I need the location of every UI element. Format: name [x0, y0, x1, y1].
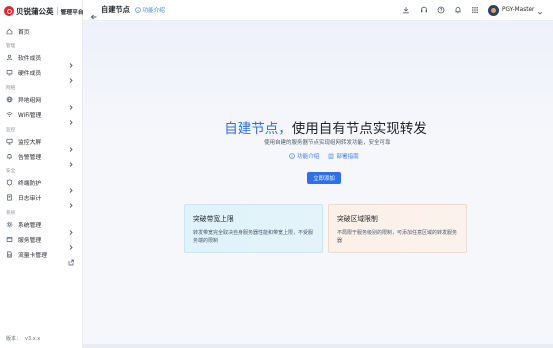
- info-circle-icon: [135, 7, 141, 13]
- help-circle-icon[interactable]: [437, 6, 445, 14]
- sidebar-item-alerts[interactable]: 告警管理: [0, 151, 83, 167]
- book-icon: [329, 153, 334, 159]
- service-icon: [6, 236, 13, 243]
- card-description: 转发带宽完全取决自身服务器性能和带宽上限，不受服务端的限制: [193, 230, 314, 244]
- add-now-button[interactable]: 立即添加: [307, 172, 341, 184]
- deploy-guide-label: 部署指南: [336, 154, 359, 160]
- header-intro-link[interactable]: 功能介绍: [135, 6, 165, 14]
- sidebar-item-software-members[interactable]: 软件成员: [0, 52, 83, 68]
- download-icon[interactable]: [402, 6, 410, 14]
- version-info: 版本： v3.x.x: [6, 335, 40, 342]
- chevron-right-icon: [68, 236, 74, 250]
- sidebar-item-label: 终端防护: [18, 181, 42, 187]
- info-circle-icon: [289, 153, 295, 159]
- hero-title-rest: 使用自有节点实现转发: [291, 121, 427, 137]
- device-icon: [6, 69, 13, 76]
- sidebar-item-label: 异地组网: [18, 98, 42, 104]
- sidebar-item-label: WiFi管理: [18, 113, 42, 119]
- chevron-right-icon: [68, 179, 74, 193]
- back-arrow-icon[interactable]: [90, 6, 98, 20]
- external-link-icon: [68, 251, 74, 266]
- user-menu[interactable]: PGY-Master: [488, 4, 543, 16]
- brand[interactable]: 贝锐蒲公英 管理平台: [4, 4, 84, 18]
- brand-divider: [56, 7, 58, 15]
- apps-grid-icon[interactable]: [471, 6, 479, 14]
- user-name: PGY-Master: [502, 7, 535, 13]
- sidebar-item-label: 告警管理: [18, 155, 42, 161]
- feature-intro-link[interactable]: 功能介绍: [289, 152, 319, 160]
- card-title: 突破区域限制: [337, 215, 378, 223]
- chevron-right-icon: [68, 96, 74, 110]
- card-description: 不局限于服务级别的限制，可添加任意区域的转发服务器: [337, 230, 458, 244]
- bell-icon: [6, 153, 13, 160]
- card-title: 突破带宽上限: [193, 215, 234, 223]
- home-icon: [6, 28, 13, 35]
- sidebar-item-monitor-screen[interactable]: 监控大屏: [0, 136, 83, 152]
- hero-links: 功能介绍 部署指南: [289, 152, 359, 160]
- notification-bell-icon[interactable]: [454, 6, 462, 14]
- chevron-right-icon: [68, 111, 74, 125]
- feature-card-region: 突破区域限制 不局限于服务级别的限制，可添加任意区域的转发服务器: [328, 204, 467, 253]
- avatar: [488, 4, 499, 16]
- horizontal-scrollbar[interactable]: [83, 344, 553, 348]
- hero-title: 自建节点，使用自有节点实现转发: [83, 117, 498, 137]
- sidebar-section-network: 网络: [6, 86, 16, 91]
- intro-link-label: 功能介绍: [142, 8, 165, 14]
- brand-logo-icon: [4, 6, 14, 16]
- globe-icon: [6, 96, 13, 103]
- sidebar-section-system: 系统: [6, 211, 16, 216]
- sidebar-item-label: 服务管理: [18, 238, 42, 244]
- settings-icon: [6, 221, 13, 228]
- chevron-right-icon: [68, 138, 74, 152]
- sidebar-item-log-audit[interactable]: 日志审计: [0, 192, 83, 208]
- sidebar-item-label: 首页: [18, 29, 30, 36]
- sidebar-item-label: 软件成员: [18, 56, 42, 62]
- brand-name: 贝锐蒲公英: [16, 6, 54, 16]
- user-icon: [6, 54, 13, 61]
- sidebar-item-home[interactable]: 首页: [0, 25, 83, 37]
- wifi-icon: [6, 111, 13, 118]
- feature-card-bandwidth: 突破带宽上限 转发带宽完全取决自身服务器性能和带宽上限，不受服务端的限制: [184, 204, 323, 253]
- chevron-right-icon: [68, 69, 74, 83]
- sidebar-section-manage: 管理: [6, 44, 16, 49]
- chevron-right-icon: [68, 221, 74, 235]
- hero-title-highlight: 自建节点，: [224, 121, 292, 137]
- sidebar-item-sim-card[interactable]: 流量卡管理: [0, 249, 83, 266]
- sidebar-item-label: 流量卡管理: [18, 253, 47, 259]
- version-label: 版本：: [6, 336, 22, 342]
- brand-subtitle: 管理平台: [60, 9, 84, 16]
- sidebar-section-security: 安全: [6, 169, 16, 174]
- page-title: 自建节点: [101, 5, 130, 14]
- sidebar-item-service-management[interactable]: 服务管理: [0, 234, 83, 250]
- sidebar-item-remote-network[interactable]: 异地组网: [0, 94, 83, 110]
- sidebar-section-monitor: 监控: [6, 128, 16, 133]
- hero-subtitle: 使用自建的服务器节点实现组网转发功能，安全可靠: [264, 140, 391, 146]
- sidebar-item-system-settings[interactable]: 系统管理: [0, 219, 83, 235]
- sidebar-item-label: 日志审计: [18, 196, 42, 202]
- feature-intro-label: 功能介绍: [297, 154, 320, 160]
- chevron-right-icon: [68, 54, 74, 68]
- deploy-guide-link[interactable]: 部署指南: [328, 152, 359, 160]
- shield-icon: [6, 179, 13, 186]
- chevron-down-icon: [537, 1, 543, 20]
- top-header: 自建节点 功能介绍 PGY-Master: [83, 0, 553, 21]
- chevron-right-icon: [68, 194, 74, 208]
- sidebar-item-label: 系统管理: [18, 223, 42, 229]
- sidebar: 贝锐蒲公英 管理平台 首页 管理 软件成员 硬件成员 网络 异地组网 WiFi管…: [0, 0, 84, 348]
- sim-card-icon: [6, 251, 13, 258]
- sidebar-item-label: 硬件成员: [18, 71, 42, 77]
- document-icon: [6, 194, 13, 201]
- monitor-icon: [6, 138, 13, 145]
- sidebar-item-wifi[interactable]: WiFi管理: [0, 109, 83, 125]
- sidebar-item-hardware-members[interactable]: 硬件成员: [0, 67, 83, 83]
- sidebar-item-endpoint-protection[interactable]: 终端防护: [0, 177, 83, 193]
- chevron-right-icon: [68, 153, 74, 167]
- main-content: 自建节点，使用自有节点实现转发 使用自建的服务器节点实现组网转发功能，安全可靠 …: [83, 22, 553, 348]
- headset-icon[interactable]: [420, 6, 428, 14]
- version-value: v3.x.x: [25, 336, 41, 342]
- sidebar-item-label: 监控大屏: [18, 140, 42, 146]
